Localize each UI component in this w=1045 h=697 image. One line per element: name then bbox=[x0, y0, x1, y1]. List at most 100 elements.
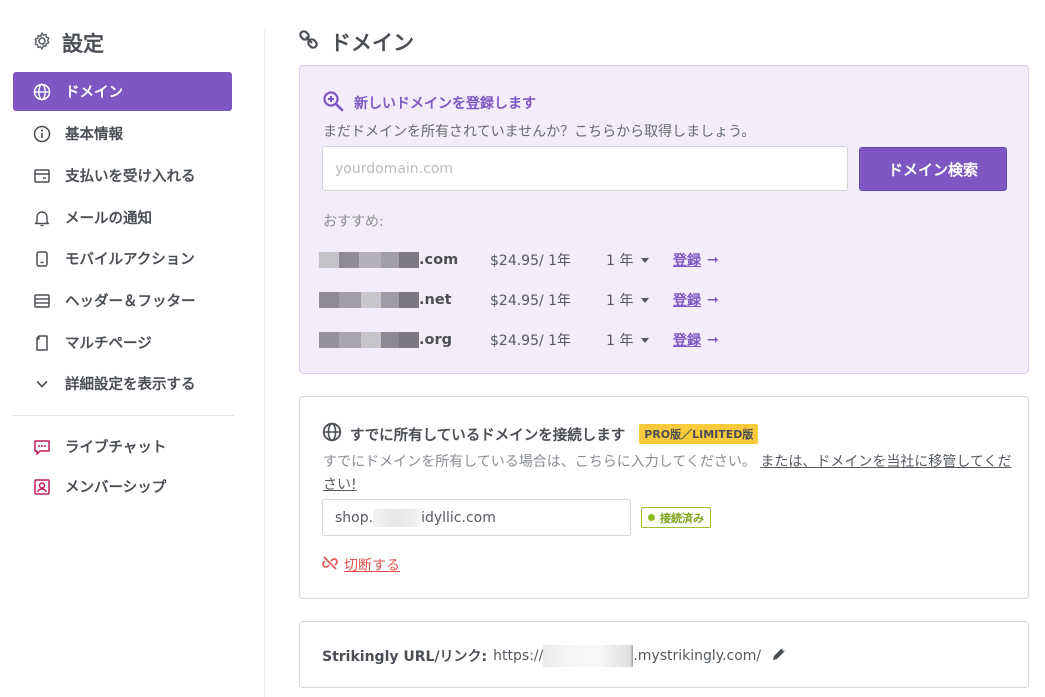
suggestion-row: .com $24.95/ 1年 1 年 登録 ➞ bbox=[319, 250, 739, 270]
globe-icon bbox=[33, 83, 51, 101]
suggestion-price: $24.95/ 1年 bbox=[490, 293, 572, 309]
card-icon bbox=[33, 167, 51, 185]
strikingly-url-label: Strikingly URL/リンク: bbox=[322, 649, 488, 665]
sidebar-item-label: ヘッダー＆フッター bbox=[65, 294, 196, 310]
sidebar-item-membership[interactable]: メンバーシップ bbox=[13, 467, 232, 506]
connect-subtitle-text: すでにドメインを所有している場合は、こちらに入力してください。 bbox=[323, 454, 756, 470]
pro-badge: PRO版／LIMITED版 bbox=[639, 424, 759, 444]
suggestion-price: $24.95/ 1年 bbox=[490, 253, 572, 269]
term-select[interactable]: 1 年 bbox=[606, 250, 650, 270]
term-select[interactable]: 1 年 bbox=[606, 290, 650, 310]
sidebar-item-multipage[interactable]: マルチページ bbox=[13, 323, 232, 362]
sidebar-item-header-footer[interactable]: ヘッダー＆フッター bbox=[13, 281, 232, 320]
settings-title: 設定 bbox=[32, 28, 104, 58]
register-subtitle: まだドメインを所有されていませんか？こちらから取得しましょう。 bbox=[323, 124, 756, 140]
term-select[interactable]: 1 年 bbox=[606, 330, 650, 350]
gear-icon bbox=[32, 31, 52, 56]
sidebar-item-label: 支払いを受け入れる bbox=[65, 169, 196, 185]
redacted-domain-name bbox=[319, 252, 419, 268]
suggestion-row: .org $24.95/ 1年 1 年 登録 ➞ bbox=[319, 330, 739, 350]
sidebar-item-label: ライブチャット bbox=[65, 440, 167, 456]
sidebar-item-label: ドメイン bbox=[65, 85, 123, 101]
arrow-right-icon: ➞ bbox=[707, 292, 719, 308]
member-icon bbox=[33, 478, 51, 496]
term-select-value: 1 年 bbox=[606, 333, 634, 349]
strikingly-url-row: Strikingly URL/リンク: https:// .mystriking… bbox=[322, 645, 787, 667]
connect-domain-card: すでに所有しているドメインを接続します PRO版／LIMITED版 すでにドメイ… bbox=[299, 396, 1029, 599]
disconnect-link[interactable]: 切断する bbox=[322, 555, 400, 575]
register-link-text: 登録 bbox=[673, 333, 701, 349]
connected-domain-field[interactable]: shop. idyllic.com bbox=[322, 499, 631, 536]
globe-icon bbox=[322, 422, 342, 446]
register-heading: 新しいドメインを登録します bbox=[322, 90, 536, 116]
sidebar-item-label: メールの通知 bbox=[65, 211, 152, 227]
recommend-label: おすすめ: bbox=[323, 214, 384, 230]
suggestion-tld: .net bbox=[419, 292, 452, 308]
register-link-text: 登録 bbox=[673, 293, 701, 309]
caret-down-icon bbox=[641, 257, 650, 263]
register-link-text: 登録 bbox=[673, 253, 701, 269]
pages-icon bbox=[33, 334, 51, 352]
connected-status-text: 接続済み bbox=[660, 511, 704, 525]
unlink-icon bbox=[322, 555, 338, 575]
strikingly-url-card: Strikingly URL/リンク: https:// .mystriking… bbox=[299, 621, 1029, 688]
suggestion-tld: .org bbox=[419, 332, 453, 348]
connect-heading: すでに所有しているドメインを接続します PRO版／LIMITED版 bbox=[322, 422, 759, 446]
suggestion-tld: .com bbox=[419, 252, 459, 268]
page-title: ドメイン bbox=[298, 27, 414, 57]
url-suffix: .mystrikingly.com/ bbox=[633, 648, 762, 664]
sidebar-item-email-notify[interactable]: メールの通知 bbox=[13, 198, 232, 237]
caret-down-icon bbox=[641, 337, 650, 343]
connected-status-badge: 接続済み bbox=[641, 507, 711, 528]
arrow-right-icon: ➞ bbox=[707, 332, 719, 348]
connect-heading-text: すでに所有しているドメインを接続します bbox=[350, 427, 626, 444]
chat-icon bbox=[33, 438, 51, 456]
zoom-in-icon bbox=[322, 90, 344, 116]
page-title-text: ドメイン bbox=[330, 31, 414, 55]
redacted-subdomain bbox=[543, 645, 634, 667]
pencil-icon[interactable] bbox=[771, 646, 787, 666]
term-select-value: 1 年 bbox=[606, 253, 634, 269]
sidebar-item-live-chat[interactable]: ライブチャット bbox=[13, 427, 232, 466]
register-link[interactable]: 登録 ➞ bbox=[673, 250, 719, 270]
domain-search-button[interactable]: ドメイン検索 bbox=[859, 147, 1007, 191]
sidebar-item-label: 基本情報 bbox=[65, 127, 123, 143]
link-icon bbox=[298, 29, 320, 56]
register-link[interactable]: 登録 ➞ bbox=[673, 290, 719, 310]
sidebar-item-label: モバイルアクション bbox=[65, 252, 195, 268]
domain-search-input[interactable] bbox=[322, 146, 848, 191]
disconnect-text: 切断する bbox=[344, 558, 400, 574]
redacted-domain-name bbox=[319, 292, 419, 308]
connect-subtitle: すでにドメインを所有している場合は、こちらに入力してください。 または、ドメイン… bbox=[323, 451, 1013, 497]
layout-icon bbox=[33, 292, 51, 310]
domain-prefix: shop. bbox=[335, 509, 374, 526]
sidebar-item-advanced[interactable]: 詳細設定を表示する bbox=[13, 364, 232, 403]
register-link[interactable]: 登録 ➞ bbox=[673, 330, 719, 350]
info-icon bbox=[33, 125, 51, 143]
domain-suffix: idyllic.com bbox=[421, 509, 496, 526]
sidebar-item-basic-info[interactable]: 基本情報 bbox=[13, 114, 232, 153]
term-select-value: 1 年 bbox=[606, 293, 634, 309]
sidebar-item-payments[interactable]: 支払いを受け入れる bbox=[13, 156, 232, 195]
register-domain-card: 新しいドメインを登録します まだドメインを所有されていませんか？こちらから取得し… bbox=[299, 65, 1029, 374]
sidebar-divider-vertical bbox=[264, 30, 265, 697]
suggestion-row: .net $24.95/ 1年 1 年 登録 ➞ bbox=[319, 290, 739, 310]
sidebar-item-domain[interactable]: ドメイン bbox=[13, 72, 232, 111]
caret-down-icon bbox=[641, 297, 650, 303]
status-dot-icon bbox=[648, 514, 655, 521]
redacted-domain-part bbox=[373, 508, 422, 527]
mobile-icon bbox=[33, 250, 51, 268]
chevron-down-icon bbox=[33, 375, 51, 393]
sidebar-item-mobile-actions[interactable]: モバイルアクション bbox=[13, 239, 232, 278]
suggestion-price: $24.95/ 1年 bbox=[490, 333, 572, 349]
sidebar-divider bbox=[13, 415, 234, 416]
register-heading-text: 新しいドメインを登録します bbox=[354, 96, 536, 112]
sidebar-item-label: メンバーシップ bbox=[65, 480, 167, 496]
settings-title-text: 設定 bbox=[62, 32, 104, 56]
arrow-right-icon: ➞ bbox=[707, 252, 719, 268]
redacted-domain-name bbox=[319, 332, 419, 348]
sidebar-item-label: マルチページ bbox=[65, 336, 152, 352]
bell-icon bbox=[33, 209, 51, 227]
url-prefix: https:// bbox=[493, 648, 544, 664]
sidebar-item-label: 詳細設定を表示する bbox=[65, 377, 196, 393]
